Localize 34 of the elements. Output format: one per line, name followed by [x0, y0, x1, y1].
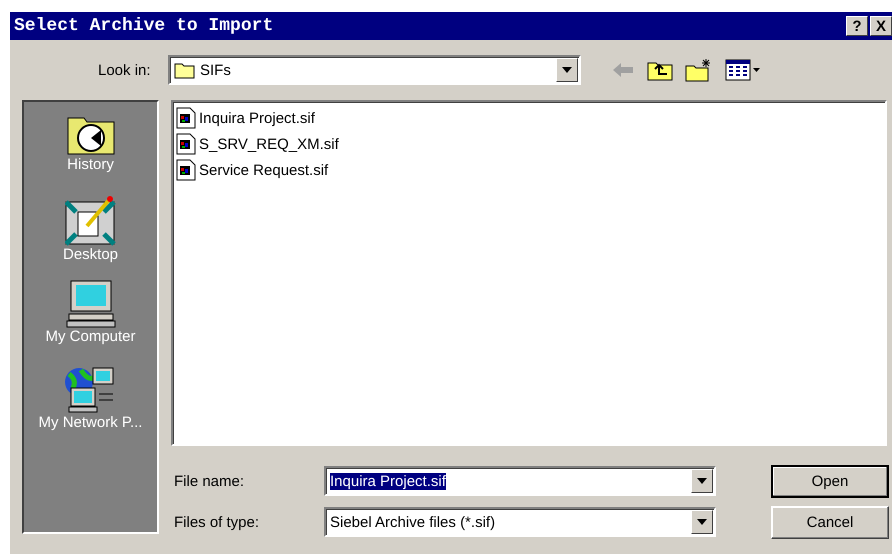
help-button[interactable]: ?: [846, 16, 868, 36]
file-type-label: Files of type:: [174, 514, 260, 530]
dropdown-button[interactable]: [691, 469, 713, 493]
desktop-icon: [64, 196, 116, 246]
new-folder-icon: [685, 58, 713, 82]
file-item[interactable]: Service Request.sif: [199, 162, 328, 178]
close-button[interactable]: X: [870, 16, 892, 36]
file-item[interactable]: Inquira Project.sif: [199, 110, 315, 126]
file-name-field[interactable]: Inquira Project.sif: [324, 466, 716, 496]
caret-icon: [697, 519, 707, 525]
dropdown-button[interactable]: [691, 510, 713, 534]
file-icon: [176, 133, 196, 155]
back-arrow-icon: [611, 61, 635, 79]
file-icon: [176, 107, 196, 129]
places-item[interactable]: My Computer: [45, 280, 136, 360]
computer-icon: [64, 280, 116, 328]
folder-icon: [174, 61, 196, 79]
file-name-label: File name:: [174, 472, 246, 490]
places-item[interactable]: My Network P...: [38, 364, 142, 444]
views-button[interactable]: [723, 57, 763, 83]
file-item[interactable]: S_SRV_REQ_XM.sif: [199, 136, 339, 152]
look-in-dropdown[interactable]: SIFs: [168, 55, 581, 85]
places-item[interactable]: History: [66, 112, 116, 192]
view-menu-icon: [725, 59, 761, 81]
places-item[interactable]: Desktop: [62, 196, 118, 276]
look-in-label: Look in:: [98, 62, 152, 78]
file-type-dropdown[interactable]: Siebel Archive files (*.sif): [324, 507, 716, 537]
dropdown-button[interactable]: [556, 58, 578, 82]
cancel-button[interactable]: Cancel: [771, 506, 889, 539]
file-icon: [176, 159, 196, 181]
open-button[interactable]: Open: [771, 465, 889, 498]
caret-icon: [562, 67, 572, 73]
caret-icon: [697, 478, 707, 484]
window-title: Select Archive to Import: [14, 16, 274, 36]
